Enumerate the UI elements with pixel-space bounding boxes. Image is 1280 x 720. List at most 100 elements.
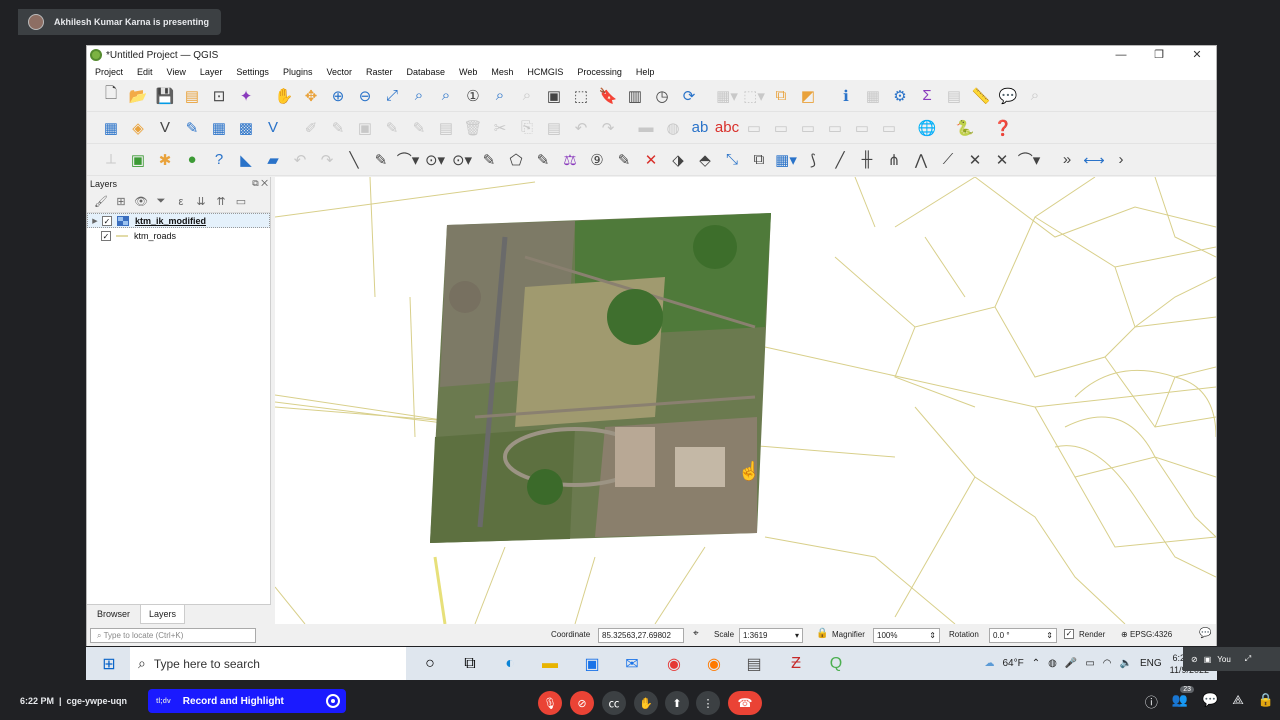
add-wms-icon[interactable]: ▩ xyxy=(234,117,258,139)
coordinate-field[interactable]: 85.32563,27.69802 xyxy=(598,628,684,643)
leave-call-button[interactable]: ☎ xyxy=(728,691,762,715)
menu-plugins[interactable]: Plugins xyxy=(283,67,313,77)
volume-icon[interactable]: 🔈 xyxy=(1120,658,1132,669)
add-feature-icon[interactable]: ✎ xyxy=(380,117,404,139)
ellipse-tool-icon[interactable]: ⊙▾ xyxy=(450,149,474,171)
label-pin-icon[interactable]: ▭ xyxy=(742,117,766,139)
file-explorer-icon[interactable]: ▬ xyxy=(538,647,562,680)
magnifier-field[interactable]: 100% ⇕ xyxy=(873,628,940,643)
bookmark-icon[interactable]: 🔖 xyxy=(596,85,620,107)
circle-tool-icon[interactable]: ⊙▾ xyxy=(423,149,447,171)
save-project-icon[interactable]: 💾 xyxy=(153,85,177,107)
layout-manager-icon[interactable]: ⊡ xyxy=(207,85,231,107)
chat-icon[interactable]: 💬 xyxy=(1202,692,1218,711)
expand-all-icon[interactable]: ⇊ xyxy=(193,195,209,208)
wifi-icon[interactable]: ◠ xyxy=(1103,658,1112,669)
style-manager-icon[interactable]: ✦ xyxy=(234,85,258,107)
delete-ring-icon[interactable]: ✕ xyxy=(639,149,663,171)
cut-icon[interactable]: ✂ xyxy=(488,117,512,139)
trim-icon[interactable]: ⟆ xyxy=(801,149,825,171)
identify-features-icon[interactable]: ℹ xyxy=(834,85,858,107)
menu-web[interactable]: Web xyxy=(459,67,477,77)
menu-edit[interactable]: Edit xyxy=(137,67,153,77)
expand-icon[interactable]: ⤢ xyxy=(1245,654,1251,664)
add-raster-layer-icon[interactable]: ✎ xyxy=(180,117,204,139)
filter-expression-icon[interactable]: ε xyxy=(173,196,189,208)
add-group-icon[interactable]: ⊞ xyxy=(113,195,129,208)
current-edits-icon[interactable]: ✐ xyxy=(299,117,323,139)
grid-dropdown-icon[interactable]: ▦▾ xyxy=(774,149,798,171)
firefox-icon[interactable]: ◉ xyxy=(702,647,726,680)
simplify-icon[interactable]: ✎ xyxy=(612,149,636,171)
language-indicator[interactable]: ENG xyxy=(1140,658,1162,669)
annotation-icon[interactable]: ⌕ xyxy=(1023,85,1047,107)
open-project-icon[interactable]: 📂 xyxy=(126,85,150,107)
network-icon[interactable]: ◍ xyxy=(1048,658,1057,669)
modify-attributes-icon[interactable]: ▤ xyxy=(434,117,458,139)
overflow-2-icon[interactable]: › xyxy=(1109,149,1133,171)
open-styling-icon[interactable]: 🖌 xyxy=(93,195,109,208)
snapping-icon[interactable]: ⟂ xyxy=(99,149,123,171)
restore-icon[interactable]: ❐ xyxy=(1140,46,1178,64)
mail-icon[interactable]: ✉ xyxy=(620,647,644,680)
measure-icon[interactable]: 📏 xyxy=(969,85,993,107)
deselect-icon[interactable]: ⧉ xyxy=(769,85,793,107)
zoom-full-icon[interactable]: ⤢ xyxy=(380,85,404,107)
globe-green-icon[interactable]: ● xyxy=(180,149,204,171)
cortana-icon[interactable]: ○ xyxy=(418,647,442,680)
map-canvas[interactable]: ☝ xyxy=(275,177,1216,624)
copy-icon[interactable]: ⎘ xyxy=(515,117,539,139)
qgis-taskbar-icon[interactable]: Q xyxy=(824,647,848,680)
label-tool-2-icon[interactable]: abc xyxy=(715,117,739,139)
arc-tool-icon[interactable]: ⌒▾ xyxy=(1017,149,1041,171)
add-vector-layer-icon[interactable]: V xyxy=(153,117,177,139)
battery-icon[interactable]: ▭ xyxy=(1085,658,1094,669)
captions-button[interactable]: ㏄ xyxy=(602,691,626,715)
add-virtual-layer-icon[interactable]: V xyxy=(261,117,285,139)
label-rotate-icon[interactable]: ▭ xyxy=(796,117,820,139)
processing-green-icon[interactable]: ▣ xyxy=(126,149,150,171)
render-checkbox[interactable]: ✓ xyxy=(1064,629,1074,639)
quickmapservices-icon[interactable]: ◣ xyxy=(234,149,258,171)
menu-processing[interactable]: Processing xyxy=(577,67,622,77)
menu-hcmgis[interactable]: HCMGIS xyxy=(527,67,563,77)
toggle-editing-icon[interactable]: ✎ xyxy=(326,117,350,139)
delete-selected-icon[interactable]: 🗑 xyxy=(461,117,485,139)
zoom-in-icon[interactable]: ⊕ xyxy=(326,85,350,107)
label-change-icon[interactable]: ▭ xyxy=(823,117,847,139)
layer-checkbox[interactable]: ✓ xyxy=(101,230,111,241)
record-highlight-button[interactable]: tl;dv Record and Highlight xyxy=(148,689,346,713)
raise-hand-button[interactable]: ✋ xyxy=(634,691,658,715)
mic-toggle-button[interactable]: 🎙 xyxy=(538,691,562,715)
tray-chevron-icon[interactable]: ⌃ xyxy=(1032,658,1040,669)
notepad-icon[interactable]: ▤ xyxy=(742,647,766,680)
layer-row[interactable]: ✓ ktm_roads xyxy=(87,228,270,243)
overflow-icon[interactable]: » xyxy=(1055,149,1079,171)
more-options-button[interactable]: ⋮ xyxy=(696,691,720,715)
add-ring-icon[interactable]: ⬗ xyxy=(666,149,690,171)
show-bookmarks-icon[interactable]: ▥ xyxy=(623,85,647,107)
expand-arrow-icon[interactable]: ▶ xyxy=(88,217,102,225)
undo-2-icon[interactable]: ↶ xyxy=(288,149,312,171)
select-by-value-icon[interactable]: ◩ xyxy=(796,85,820,107)
identify-dropdown-icon[interactable]: ▦▾ xyxy=(715,85,739,107)
menu-settings[interactable]: Settings xyxy=(236,67,269,77)
measure-width-icon[interactable]: ⟷ xyxy=(1082,149,1106,171)
redo-icon[interactable]: ↷ xyxy=(596,117,620,139)
fill-ring-icon[interactable]: ⬘ xyxy=(693,149,717,171)
vertex-tool-icon[interactable]: ✎ xyxy=(407,117,431,139)
info-icon[interactable]: ⓘ xyxy=(1145,692,1158,711)
people-button[interactable]: 👥 23 xyxy=(1172,686,1195,711)
processing-orange-icon[interactable]: ✱ xyxy=(153,149,177,171)
new-project-icon[interactable]: 🗋 xyxy=(99,85,123,107)
menu-view[interactable]: View xyxy=(167,67,186,77)
self-view-tile[interactable]: ⊘ ▣ You ⤢ xyxy=(1183,647,1280,671)
reshape-icon[interactable]: ✎ xyxy=(531,149,555,171)
add-mesh-icon[interactable]: ▦ xyxy=(207,117,231,139)
messages-icon[interactable]: 💬 xyxy=(1199,628,1211,639)
globe-plugin-icon[interactable]: 🌐 xyxy=(915,117,939,139)
curve-tool-icon[interactable]: ⌒▾ xyxy=(396,149,420,171)
scale-field[interactable]: 1:3619 ▾ xyxy=(739,628,803,643)
label-show-icon[interactable]: ▭ xyxy=(850,117,874,139)
minimize-icon[interactable]: — xyxy=(1102,46,1140,64)
